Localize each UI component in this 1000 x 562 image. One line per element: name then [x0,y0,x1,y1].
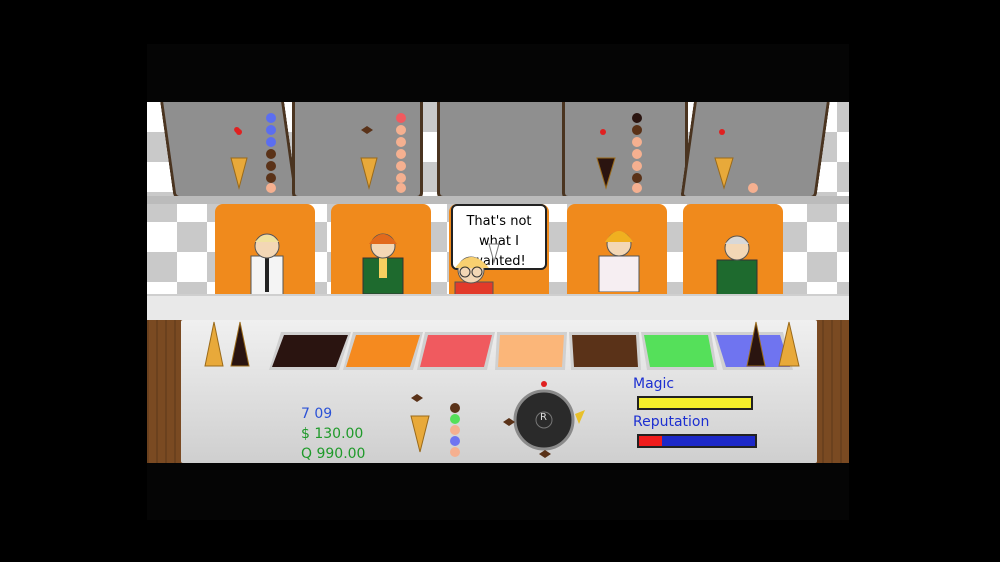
customer-4 [598,231,640,292]
scoop-stack-4 [632,113,642,193]
current-cone-preview [410,394,460,457]
dial-label: R [540,412,547,423]
magic-label: Magic [633,376,675,392]
tub-orange [343,332,423,370]
tub-chocolate [269,332,351,370]
customer-2 [362,233,404,294]
topping-cherry [600,129,606,135]
control-panel: 7 09 $ 130.00 Q 990.00 R Magic Reputatio… [181,320,817,463]
tub-strawberry [417,332,495,370]
topping-cherry [236,129,242,135]
customer-5 [716,235,758,297]
tubs-layer [269,332,793,370]
scoop-stack-2 [396,113,406,193]
tub-lime [641,332,717,370]
dial-marker-bits [503,418,515,426]
topping-chocolate-bits [361,126,373,134]
game-viewport: That's not what I wanted! 7 09 $ 130.00 … [147,44,849,520]
order-cone-icon-2 [360,157,378,190]
side-cones-left [204,321,250,367]
dial-marker-cherry [541,381,547,387]
reputation-label: Reputation [633,414,710,430]
order-cones-layer [230,113,758,193]
quota-readout: Q 990.00 [301,446,366,462]
order-cone-icon-1 [230,157,248,190]
tub-peach [495,332,567,370]
magic-meter [637,396,753,410]
money-readout: $ 130.00 [301,426,364,442]
reputation-meter [637,434,757,448]
reputation-meter-fill [639,436,663,446]
dial-marker-cone [575,410,585,424]
magic-meter-fill [639,398,751,408]
dial-marker-choc [539,450,551,458]
speech-line-1: That's not [466,214,532,229]
tub-mocha [569,332,641,370]
ceiling-rail [147,196,849,204]
customer-1 [250,233,284,296]
order-cone-icon-5 [714,157,734,190]
side-cones-right [746,321,800,367]
order-cone-icon-4 [596,157,616,190]
topping-cherry [719,129,725,135]
time-readout: 7 09 [301,406,333,422]
scoop-stack-1 [266,113,276,193]
ice-cream-parlor-scene: That's not what I wanted! 7 09 $ 130.00 … [147,102,849,463]
